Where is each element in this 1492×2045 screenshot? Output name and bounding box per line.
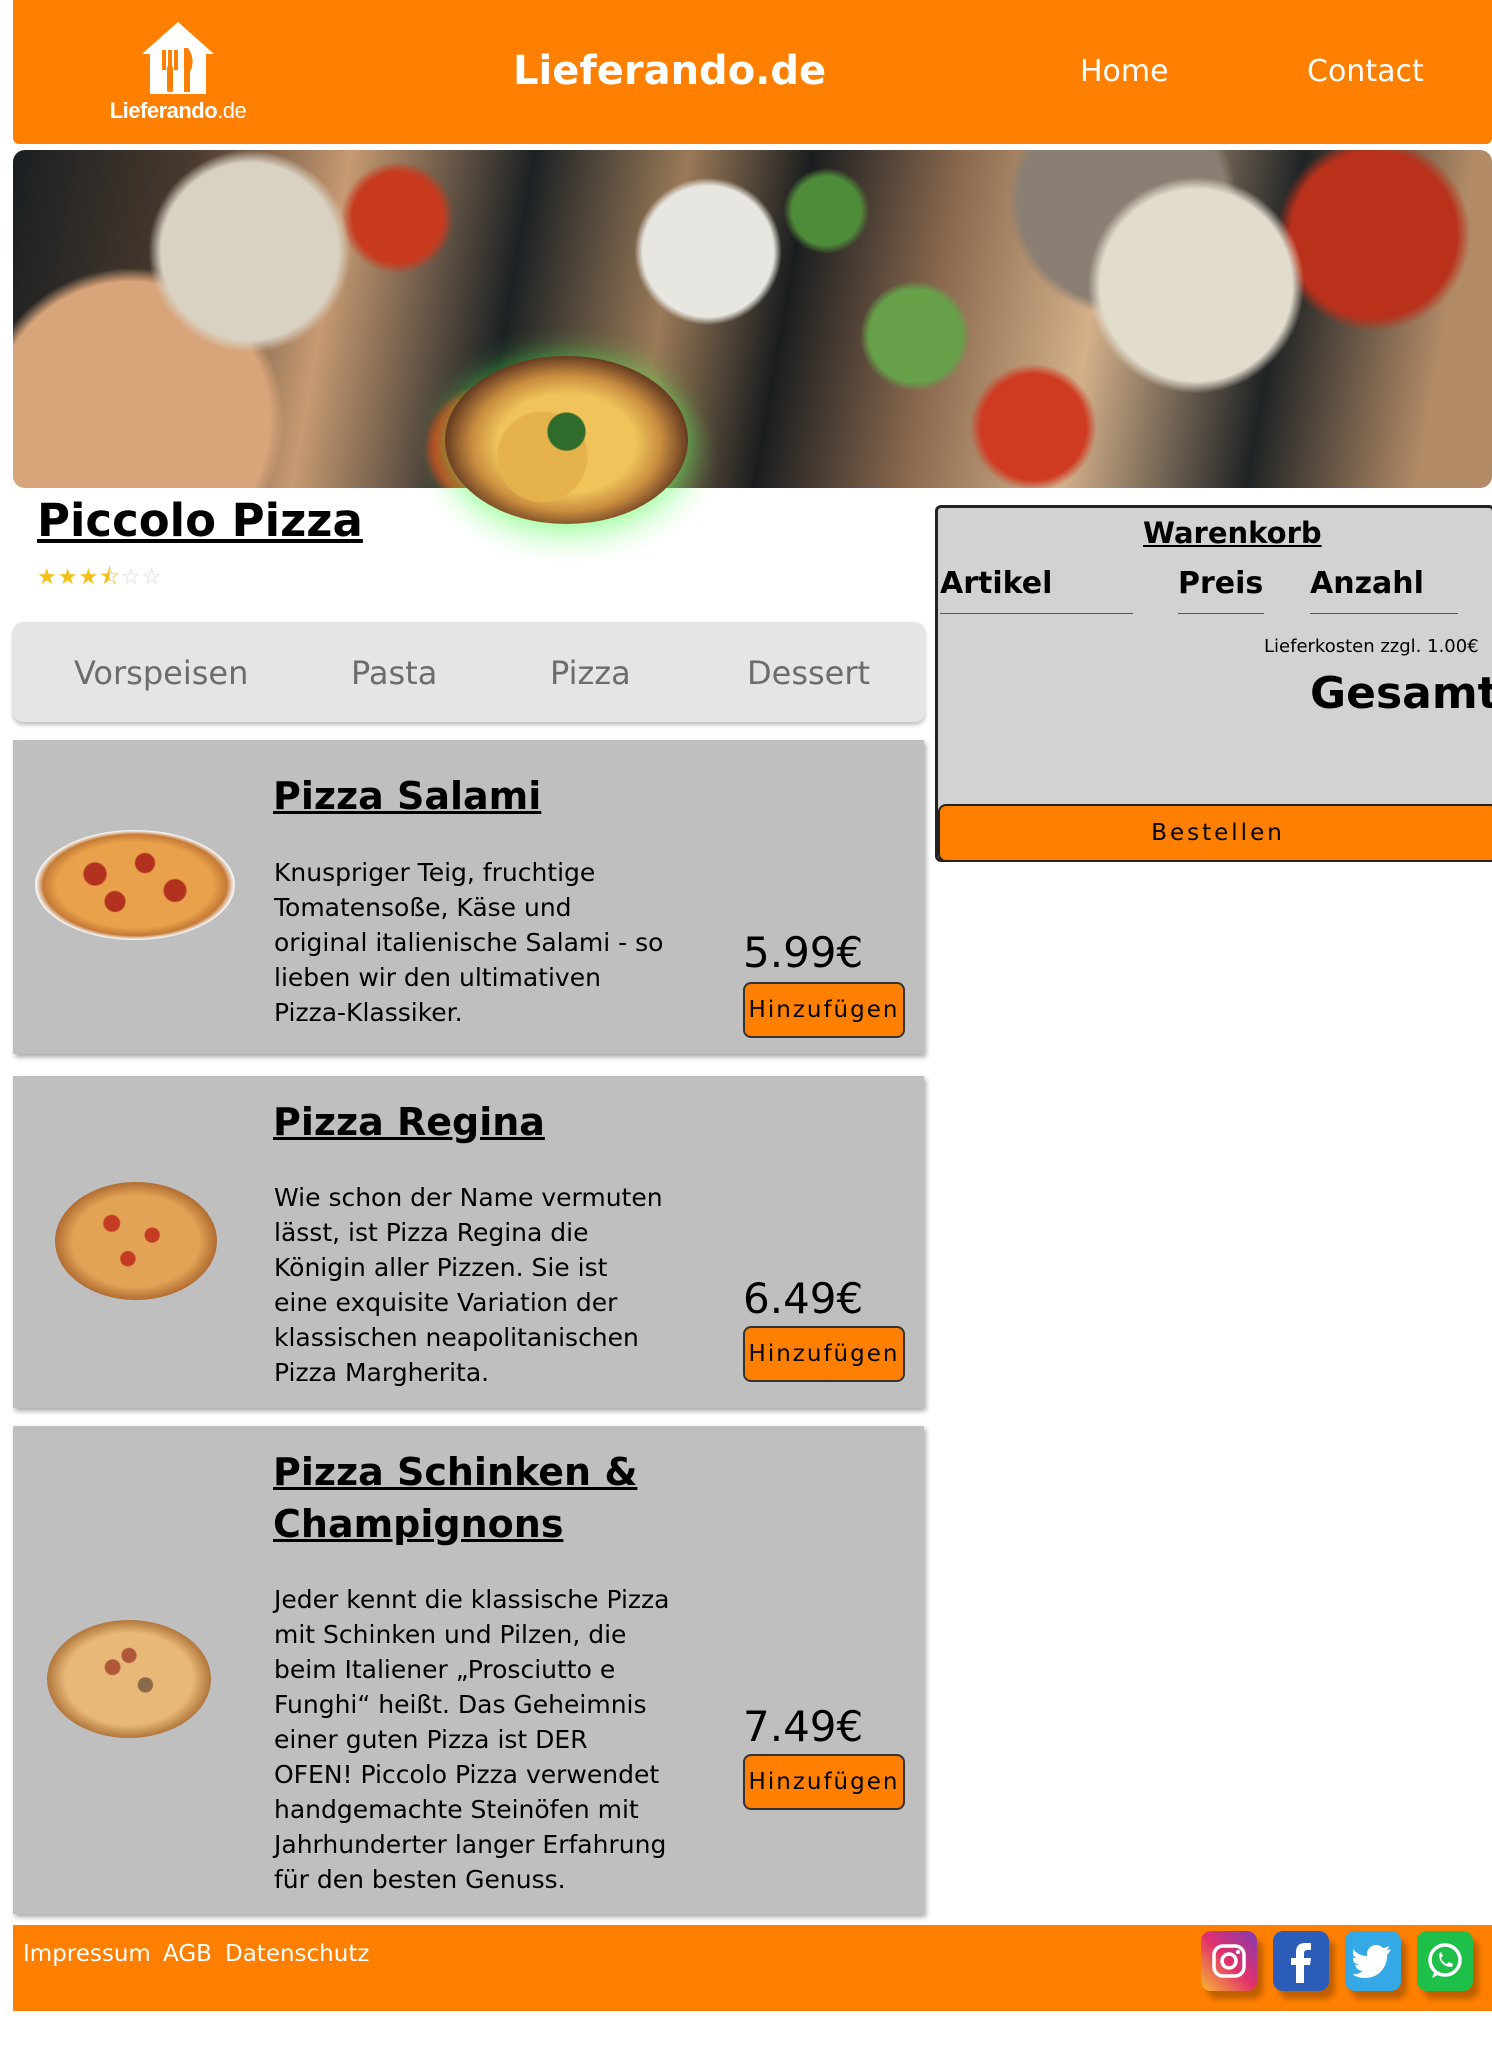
menu-item-title: Pizza Salami [273, 774, 542, 818]
star-half-icon: ⯪ [99, 565, 122, 590]
menu-item-card: Pizza Schinken & Champignons Jeder kennt… [13, 1426, 924, 1914]
cart-column-anzahl: Anzahl [1310, 566, 1458, 614]
hero-banner-image [13, 150, 1492, 488]
pizza-salami-image [35, 830, 235, 940]
star-filled-icon: ★★★ [37, 565, 100, 590]
lieferando-logo[interactable]: Lieferando.de [98, 20, 258, 130]
nav-home-link[interactable]: Home [1080, 54, 1169, 89]
rating-stars: ★★★⯪☆☆ [37, 560, 162, 598]
menu-item-price: 5.99€ [743, 928, 864, 977]
footer-link-datenschutz[interactable]: Datenschutz [225, 1941, 369, 1967]
restaurant-avatar [445, 356, 688, 524]
nav-contact-link[interactable]: Contact [1307, 54, 1424, 89]
cart-total-label: Gesamt [1310, 668, 1492, 719]
menu-item-description: Knuspriger Teig, fruchtige Tomatensoße, … [274, 858, 664, 1027]
menu-item-title: Pizza Regina [273, 1100, 545, 1144]
cart-column-preis: Preis [1178, 566, 1264, 614]
footer-link-agb[interactable]: AGB [163, 1941, 212, 1967]
logo-wordmark: Lieferando.de [109, 98, 247, 123]
category-tabs: Vorspeisen Pasta Pizza Dessert [13, 622, 925, 722]
pizza-regina-image [55, 1182, 217, 1300]
menu-item-price: 6.49€ [743, 1274, 864, 1323]
menu-item-card: Pizza Salami Knuspriger Teig, fruchtige … [13, 740, 924, 1054]
shopping-cart-panel: Warenkorb Artikel Preis Anzahl Lieferkos… [935, 505, 1492, 862]
tab-vorspeisen[interactable]: Vorspeisen [74, 654, 248, 692]
facebook-icon[interactable] [1273, 1931, 1329, 1991]
site-header: Lieferando.de Lieferando.de Home Contact [13, 0, 1492, 144]
twitter-icon[interactable] [1345, 1931, 1401, 1991]
menu-item-card: Pizza Regina Wie schon der Name vermuten… [13, 1076, 924, 1408]
menu-item-price: 7.49€ [743, 1702, 864, 1751]
add-to-cart-button[interactable]: Hinzufügen [743, 1326, 905, 1382]
cart-title: Warenkorb [1143, 516, 1322, 550]
site-title: Lieferando.de [513, 48, 827, 94]
tab-pizza[interactable]: Pizza [550, 654, 631, 692]
add-to-cart-button[interactable]: Hinzufügen [743, 1754, 905, 1810]
add-to-cart-button[interactable]: Hinzufügen [743, 982, 905, 1038]
menu-item-title: Pizza Schinken & Champignons [273, 1450, 638, 1546]
delivery-fee-note: Lieferkosten zzgl. 1.00€ [1264, 636, 1479, 657]
restaurant-name: Piccolo Pizza [37, 494, 363, 547]
house-fork-knife-icon [142, 22, 214, 94]
pizza-schinken-image [47, 1620, 211, 1738]
tab-dessert[interactable]: Dessert [747, 654, 870, 692]
cart-column-artikel: Artikel [940, 566, 1133, 614]
whatsapp-icon[interactable] [1417, 1931, 1473, 1991]
footer-link-impressum[interactable]: Impressum [23, 1941, 151, 1967]
menu-item-description: Wie schon der Name vermuten lässt, ist P… [274, 1183, 663, 1387]
star-empty-icon: ☆☆ [121, 565, 163, 590]
tab-pasta[interactable]: Pasta [351, 654, 437, 692]
order-button[interactable]: Bestellen [938, 804, 1492, 862]
instagram-icon[interactable] [1201, 1931, 1257, 1991]
menu-item-description: Jeder kennt die klassische Pizza mit Sch… [274, 1585, 670, 1894]
site-footer: Impressum AGB Datenschutz [13, 1925, 1492, 2011]
